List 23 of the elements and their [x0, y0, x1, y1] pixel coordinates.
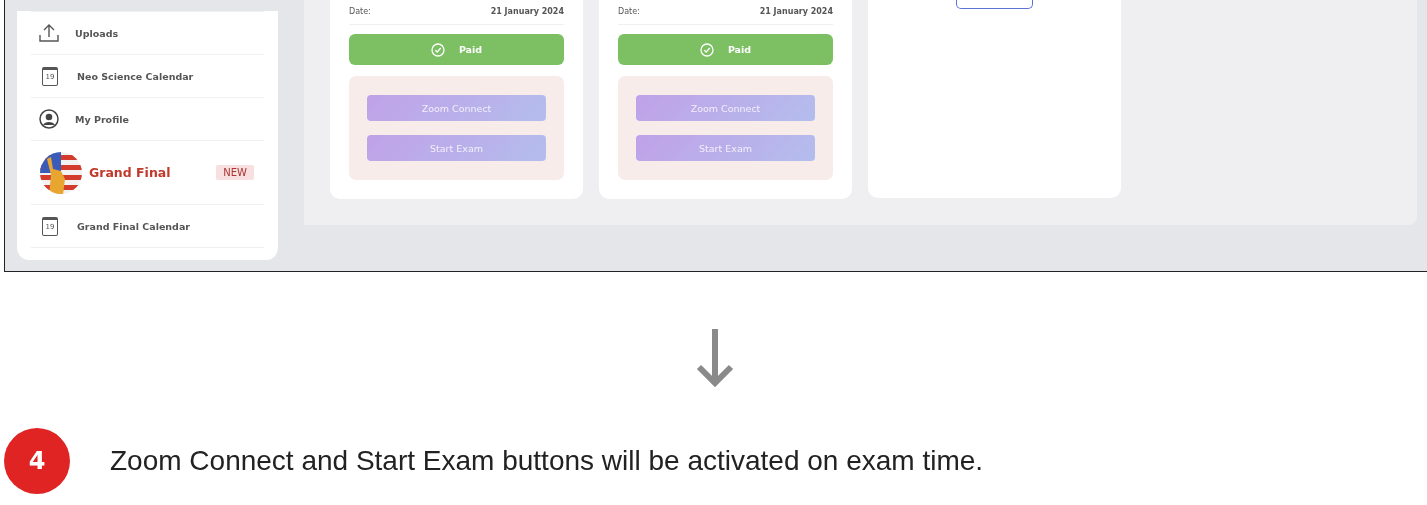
date-label: Date:: [349, 6, 371, 16]
sidebar-item[interactable]: Uploads: [31, 12, 264, 54]
down-arrow-icon: [696, 329, 734, 387]
new-badge: NEW: [216, 165, 254, 180]
sidebar-item-label: My Profile: [75, 113, 129, 125]
date-value: 21 January 2024: [490, 6, 564, 16]
check-circle-icon: [699, 42, 714, 57]
sidebar-item-label: Uploads: [75, 27, 119, 39]
step-number-badge: 4: [4, 428, 70, 494]
sidebar-item[interactable]: Grand Final NEW: [31, 141, 264, 204]
check-circle-icon: [430, 42, 445, 57]
sidebar-item-label: Neo Science Calendar: [77, 70, 194, 82]
sidebar-item[interactable]: My Profile: [31, 98, 264, 140]
paid-button[interactable]: Paid: [618, 34, 833, 65]
user-profile-icon: [39, 109, 59, 129]
paid-button[interactable]: Paid: [349, 34, 564, 65]
step-instruction: Zoom Connect and Start Exam buttons will be activated on exam time.: [110, 445, 984, 477]
upload-icon: [39, 24, 59, 42]
sidebar-item-label: Grand Final Calendar: [77, 220, 190, 232]
date-label: Date:: [618, 6, 640, 16]
sidebar-item-label: Grand Final: [89, 165, 172, 180]
outline-button[interactable]: [956, 0, 1033, 9]
date-value: 21 January 2024: [759, 6, 833, 16]
